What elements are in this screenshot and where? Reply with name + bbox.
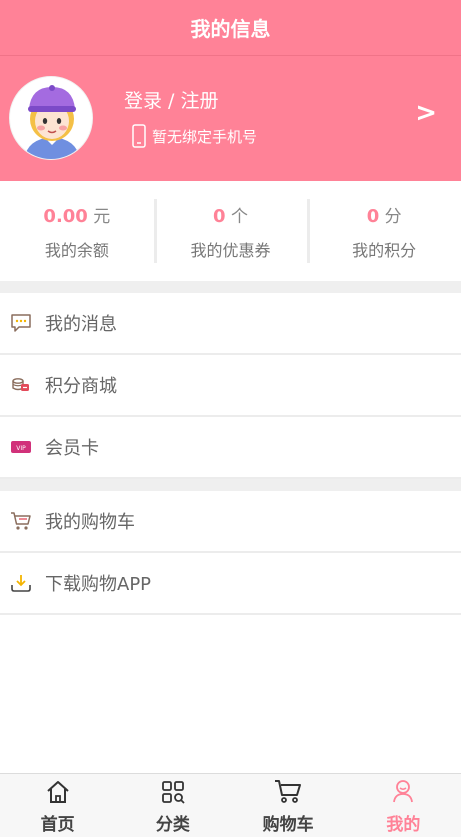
tab-cart[interactable]: 购物车 bbox=[231, 774, 346, 837]
cart-icon bbox=[10, 510, 32, 532]
avatar-illustration-icon bbox=[24, 85, 80, 159]
download-icon bbox=[10, 572, 32, 594]
points-unit: 分 bbox=[384, 206, 402, 227]
coupon-stat[interactable]: 0 个 我的优惠券 bbox=[153, 181, 308, 281]
profile-chevron-icon[interactable]: > bbox=[415, 98, 437, 128]
menu-item-label: 积分商城 bbox=[45, 376, 117, 397]
home-icon bbox=[45, 776, 71, 804]
coupon-unit: 个 bbox=[230, 206, 248, 227]
message-icon bbox=[10, 312, 32, 334]
cart-icon bbox=[274, 776, 302, 804]
points-number: 0 bbox=[366, 205, 380, 227]
menu-item-label: 会员卡 bbox=[45, 438, 99, 459]
tab-mine[interactable]: 我的 bbox=[346, 774, 461, 837]
account-stats: 0.00 元 我的余额 0 个 我的优惠券 0 分 我的积分 bbox=[0, 181, 461, 281]
points-stat[interactable]: 0 分 我的积分 bbox=[307, 181, 461, 281]
avatar[interactable] bbox=[9, 76, 93, 160]
tab-label: 首页 bbox=[40, 815, 75, 835]
menu-item-download-app[interactable]: 下载购物APP bbox=[0, 553, 461, 615]
coupon-label: 我的优惠券 bbox=[190, 240, 271, 260]
menu-item-messages[interactable]: 我的消息 bbox=[0, 293, 461, 355]
menu-group-account: 我的消息 积分商城 VIP 会员卡 bbox=[0, 293, 461, 479]
section-divider bbox=[0, 281, 461, 293]
phone-status-text: 暂无绑定手机号 bbox=[152, 127, 258, 146]
menu-item-label: 我的消息 bbox=[45, 314, 117, 335]
vip-card-icon-text: VIP bbox=[16, 445, 26, 452]
section-divider bbox=[0, 479, 461, 491]
coupon-number: 0 bbox=[213, 205, 226, 227]
balance-unit: 元 bbox=[93, 206, 111, 227]
tab-category[interactable]: 分类 bbox=[115, 774, 230, 837]
user-icon bbox=[391, 776, 415, 804]
page-header: 我的信息 bbox=[0, 0, 461, 56]
coins-icon bbox=[10, 374, 32, 396]
menu-item-cart[interactable]: 我的购物车 bbox=[0, 491, 461, 553]
menu-item-label: 我的购物车 bbox=[45, 512, 135, 533]
phone-icon bbox=[132, 124, 146, 148]
points-label: 我的积分 bbox=[352, 240, 417, 260]
menu-item-points-mall[interactable]: 积分商城 bbox=[0, 355, 461, 417]
tab-label: 分类 bbox=[155, 815, 190, 835]
bottom-tab-bar: 首页 分类 购物车 我的 bbox=[0, 773, 461, 837]
menu-item-member-card[interactable]: VIP 会员卡 bbox=[0, 417, 461, 479]
menu-item-label: 下载购物APP bbox=[45, 574, 152, 595]
balance-label: 我的余额 bbox=[44, 240, 109, 260]
balance-value: 0.00 元 bbox=[43, 202, 110, 227]
tab-home[interactable]: 首页 bbox=[0, 774, 115, 837]
vip-card-icon: VIP bbox=[10, 436, 32, 458]
balance-number: 0.00 bbox=[43, 205, 88, 227]
balance-stat[interactable]: 0.00 元 我的余额 bbox=[0, 181, 154, 281]
profile-banner: 登录 / 注册 暂无绑定手机号 > bbox=[0, 56, 461, 181]
category-icon bbox=[161, 776, 185, 804]
phone-binding-status[interactable]: 暂无绑定手机号 bbox=[132, 124, 257, 148]
page: 我的信息 登录 / 注册 暂无绑定手机号 > 0.00 元 我的余额 0 个 我… bbox=[0, 0, 461, 837]
points-value: 0 分 bbox=[367, 202, 402, 227]
page-title: 我的信息 bbox=[190, 17, 271, 41]
menu-group-shopping: 我的购物车 下载购物APP bbox=[0, 491, 461, 615]
tab-label: 我的 bbox=[386, 815, 421, 835]
coupon-value: 0 个 bbox=[213, 202, 248, 227]
login-register-link[interactable]: 登录 / 注册 bbox=[124, 86, 218, 113]
tab-label: 购物车 bbox=[262, 815, 314, 835]
